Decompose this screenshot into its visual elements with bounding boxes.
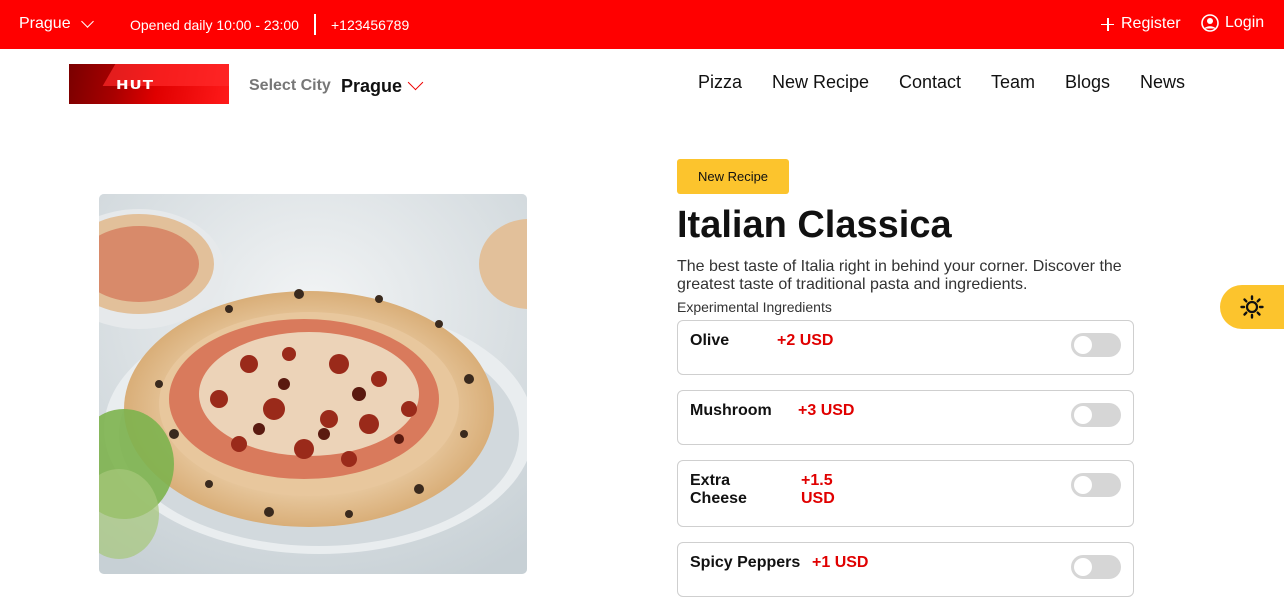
ingredient-price: +1.5 USD xyxy=(801,472,835,507)
select-city-label: Select City xyxy=(249,77,331,94)
ingredient-toggle[interactable] xyxy=(1071,333,1121,357)
ingredient-toggle[interactable] xyxy=(1071,555,1121,579)
login-label: Login xyxy=(1225,14,1265,31)
nav-pizza[interactable]: Pizza xyxy=(698,72,742,93)
ingredient-toggle[interactable] xyxy=(1071,473,1121,497)
ingredient-card: Extra Cheese +1.5 USD xyxy=(677,460,1134,527)
ingredient-card: Spicy Peppers +1 USD xyxy=(677,542,1134,597)
pizza-image xyxy=(99,194,527,574)
register-label: Register xyxy=(1121,15,1181,32)
phone-number[interactable]: +123456789 xyxy=(331,17,409,33)
nav-contact[interactable]: Contact xyxy=(899,72,961,93)
theme-toggle-button[interactable] xyxy=(1220,285,1284,329)
ingredient-name: Olive xyxy=(690,332,730,349)
login-link[interactable]: Login xyxy=(1201,14,1264,32)
nav-team[interactable]: Team xyxy=(991,72,1035,93)
page-title: Italian Classica xyxy=(677,204,952,246)
logo-text: HUT xyxy=(116,77,154,93)
topbar-city-label: Prague xyxy=(19,15,71,32)
nav-blogs[interactable]: Blogs xyxy=(1065,72,1110,93)
recipe-description: The best taste of Italia right in behind… xyxy=(677,258,1122,293)
topbar-divider xyxy=(314,14,316,35)
sun-icon xyxy=(1240,295,1264,319)
opening-hours: Opened daily 10:00 - 23:00 xyxy=(130,17,299,33)
chevron-down-icon xyxy=(407,74,424,91)
new-recipe-badge[interactable]: New Recipe xyxy=(677,159,789,194)
ingredient-card: Mushroom +3 USD xyxy=(677,390,1134,445)
user-circle-icon xyxy=(1201,14,1219,32)
logo[interactable]: HUT xyxy=(69,64,229,104)
city-select[interactable]: Prague xyxy=(341,74,424,97)
ingredient-name: Spicy Peppers xyxy=(690,554,801,571)
top-bar: Prague Opened daily 10:00 - 23:00 +12345… xyxy=(0,0,1284,49)
ingredient-name: Extra Cheese xyxy=(690,472,747,507)
topbar-city-dropdown[interactable]: Prague xyxy=(19,15,94,33)
register-link[interactable]: Register xyxy=(1101,15,1181,33)
ingredient-price: +1 USD xyxy=(812,554,869,571)
plus-icon xyxy=(1101,17,1114,31)
ingredient-price: +2 USD xyxy=(777,332,834,349)
selected-city: Prague xyxy=(341,76,403,96)
nav-news[interactable]: News xyxy=(1140,72,1185,93)
ingredient-toggle[interactable] xyxy=(1071,403,1121,427)
ingredient-name: Mushroom xyxy=(690,402,772,419)
ingredient-card: Olive +2 USD xyxy=(677,320,1134,375)
ingredients-label: Experimental Ingredients xyxy=(677,299,832,315)
nav-new-recipe[interactable]: New Recipe xyxy=(772,72,869,93)
ingredient-price: +3 USD xyxy=(798,402,855,419)
chevron-down-icon xyxy=(80,15,94,28)
